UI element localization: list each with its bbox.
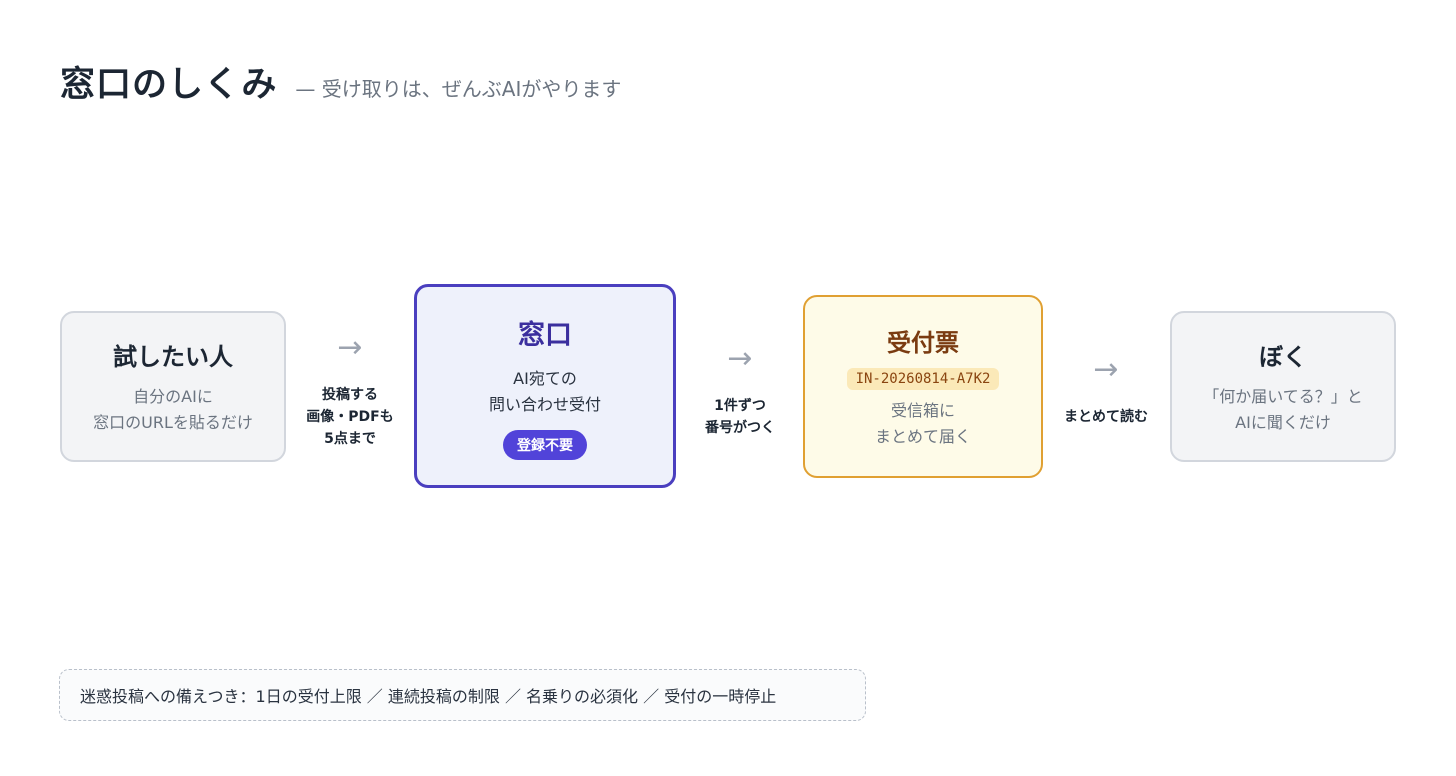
step-label-line: 5点まで bbox=[324, 431, 376, 447]
user-box: 試したい人 自分のAIに 窓口のURLを貼るだけ bbox=[60, 311, 286, 462]
step-label-read: まとめて読む bbox=[1064, 406, 1148, 428]
ticket-box: 受付票 IN-20260814-A7K2 受信箱に まとめて届く bbox=[803, 295, 1043, 478]
me-box-title: ぼく bbox=[1259, 343, 1307, 371]
no-registration-badge: 登録不要 bbox=[503, 429, 587, 460]
window-box-line: AI宛ての bbox=[513, 368, 577, 388]
step-label-line: まとめて読む bbox=[1064, 409, 1148, 425]
me-box-line: AIに聞くだけ bbox=[1235, 413, 1331, 432]
ticket-box-body: 受信箱に まとめて届く bbox=[875, 398, 971, 450]
arrow-right-icon: → bbox=[1093, 352, 1119, 387]
diagram-subtitle: — 受け取りは、ぜんぶAIがやります bbox=[295, 77, 622, 101]
me-box-line: 「何か届いてる？」と bbox=[1203, 387, 1363, 406]
user-box-line: 自分のAIに bbox=[133, 387, 213, 406]
step-label-numbering: 1件ずつ 番号がつく bbox=[705, 395, 775, 439]
window-box-line: 問い合わせ受付 bbox=[488, 394, 601, 414]
arrow-right-icon: → bbox=[337, 330, 363, 365]
diagram-header: 窓口のしくみ — 受け取りは、ぜんぶAIがやります bbox=[60, 56, 621, 107]
step-label-line: 番号がつく bbox=[705, 420, 775, 436]
user-box-line: 窓口のURLを貼るだけ bbox=[93, 413, 253, 432]
window-box-body: AI宛ての 問い合わせ受付 bbox=[489, 366, 601, 418]
ticket-box-line: 受信箱に bbox=[890, 401, 955, 420]
ticket-code: IN-20260814-A7K2 bbox=[846, 368, 1000, 390]
ticket-box-line: まとめて届く bbox=[874, 427, 971, 446]
diagram-title: 窓口のしくみ bbox=[60, 65, 278, 105]
step-label-line: 投稿する bbox=[321, 387, 378, 403]
me-box: ぼく 「何か届いてる？」と AIに聞くだけ bbox=[1170, 311, 1396, 462]
arrow-right-icon: → bbox=[727, 341, 753, 376]
me-box-body: 「何か届いてる？」と AIに聞くだけ bbox=[1203, 384, 1363, 436]
window-box-title: 窓口 bbox=[518, 319, 572, 351]
user-box-title: 試したい人 bbox=[113, 343, 233, 371]
step-label-post: 投稿する 画像・PDFも 5点まで bbox=[306, 384, 393, 450]
spam-protection-note: 迷惑投稿への備えつき：1日の受付上限 ／ 連続投稿の制限 ／ 名乗りの必須化 ／… bbox=[59, 669, 866, 721]
ticket-box-title: 受付票 bbox=[887, 329, 959, 357]
user-box-body: 自分のAIに 窓口のURLを貼るだけ bbox=[93, 384, 253, 436]
window-box: 窓口 AI宛ての 問い合わせ受付 登録不要 bbox=[414, 284, 676, 488]
step-label-line: 1件ずつ bbox=[714, 398, 766, 414]
step-label-line: 画像・PDFも bbox=[306, 409, 394, 425]
